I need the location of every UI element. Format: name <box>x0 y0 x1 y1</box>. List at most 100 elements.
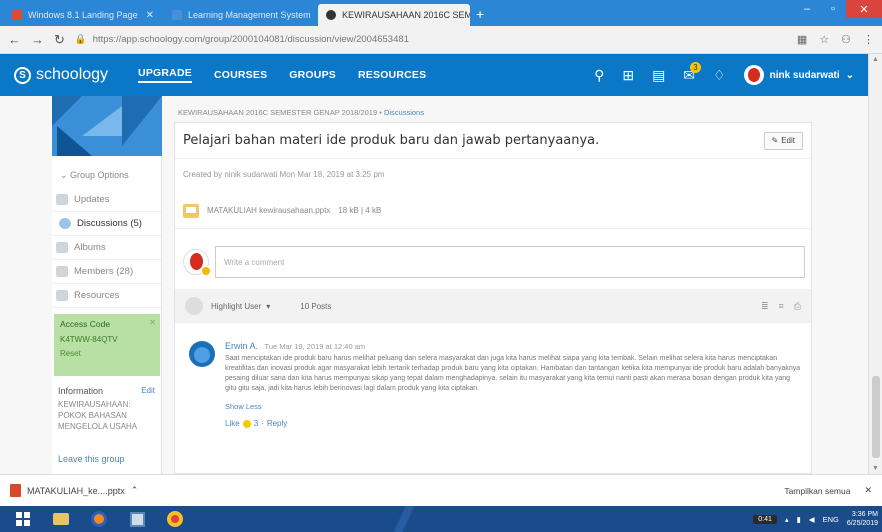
group-options-label: Group Options <box>70 170 129 180</box>
url-field[interactable]: 🔒 https://app.schoology.com/group/200010… <box>75 34 787 45</box>
sidebar-item-label: Updates <box>74 194 110 205</box>
comment-input[interactable]: Write a comment <box>215 246 805 278</box>
language-indicator[interactable]: ENG <box>823 515 839 524</box>
forward-icon[interactable]: → <box>31 32 44 47</box>
show-all-downloads-button[interactable]: Tampilkan semua <box>784 486 850 496</box>
post-author[interactable]: Erwin A. <box>225 341 258 351</box>
firefox-icon[interactable] <box>80 507 118 531</box>
avatar <box>185 297 203 315</box>
nav-upgrade[interactable]: UPGRADE <box>138 67 192 83</box>
members-icon <box>56 266 68 277</box>
scroll-thumb[interactable] <box>872 376 880 458</box>
file-explorer-icon[interactable] <box>42 507 80 531</box>
calendar-icon[interactable]: ▤ <box>652 67 665 84</box>
reply-link[interactable]: Reply <box>267 419 287 428</box>
browser-tab-windows[interactable]: Windows 8.1 Landing Page ✕ <box>4 4 162 26</box>
sidebar-item-updates[interactable]: Updates <box>52 188 161 212</box>
avatar <box>743 65 764 85</box>
compact-view-icon[interactable]: ≡ <box>779 301 784 312</box>
sidebar-item-resources[interactable]: Resources <box>52 284 161 308</box>
tray-arrow-icon[interactable]: ▴ <box>785 515 789 524</box>
new-tab-button[interactable]: + <box>476 6 484 22</box>
logo-text: schoology <box>36 66 109 83</box>
avatar <box>189 341 215 367</box>
browser-tab-active[interactable]: KEWIRAUSAHAAN 2016C SEMES ✕ <box>318 4 470 26</box>
scroll-up-icon[interactable]: ▲ <box>872 56 879 63</box>
sidebar-item-members[interactable]: Members (28) <box>52 260 161 284</box>
like-count: 3 <box>253 419 259 428</box>
schoology-logo[interactable]: S schoology <box>14 66 108 84</box>
breadcrumb-discussions[interactable]: Discussions <box>384 108 424 117</box>
download-bar: MATAKULIAH_ke....pptx ⌃ Tampilkan semua … <box>0 474 882 506</box>
leave-group-link[interactable]: Leave this group <box>58 454 125 464</box>
comment-composer: Write a comment <box>175 229 811 285</box>
extension-icon[interactable]: ▦ <box>797 33 807 46</box>
list-view-icon[interactable]: ≣ <box>761 301 769 312</box>
information-title: Information <box>58 386 104 396</box>
maximize-icon[interactable]: ▫ <box>820 0 846 18</box>
updates-icon <box>56 194 68 205</box>
scroll-down-icon[interactable]: ▼ <box>872 465 879 472</box>
close-window-icon[interactable]: ✕ <box>846 0 882 18</box>
print-icon[interactable]: ⎙ <box>794 301 801 312</box>
access-code-box: ✕ Access Code K4TWW-84QTV Reset <box>54 314 160 376</box>
discussion-card: Pelajari bahan materi ide produk baru da… <box>174 122 812 474</box>
start-button[interactable] <box>4 507 42 531</box>
close-icon[interactable]: ✕ <box>864 485 872 496</box>
avatar <box>183 249 211 276</box>
sidebar-item-albums[interactable]: Albums <box>52 236 161 260</box>
tab-title: KEWIRAUSAHAAN 2016C SEMES <box>342 10 470 20</box>
system-tray: 0:41 ▴ ▮ ◀ ENG 3:36 PM 6/25/2019 <box>753 510 878 528</box>
list-item: Erwin A. Tue Mar 19, 2019 at 12:40 am Sa… <box>175 323 811 428</box>
nav-courses[interactable]: COURSES <box>214 69 267 81</box>
download-item[interactable]: MATAKULIAH_ke....pptx ⌃ <box>10 484 138 497</box>
like-link[interactable]: Like <box>225 419 240 428</box>
bookmark-star-icon[interactable]: ☆ <box>819 33 829 46</box>
user-menu[interactable]: nink sudarwati ⌄ <box>743 65 854 85</box>
clock[interactable]: 3:36 PM 6/25/2019 <box>847 510 878 528</box>
sidebar-item-label: Resources <box>74 290 120 301</box>
apps-grid-icon[interactable]: ⊞ <box>622 67 634 84</box>
minimize-icon[interactable]: – <box>794 0 820 18</box>
attachment[interactable]: MATAKULIAH kewirausahaan.pptx 18 kB | 4 … <box>175 189 811 229</box>
network-icon[interactable]: ▮ <box>797 515 801 524</box>
browser-tab-lms[interactable]: Learning Management System ✕ <box>164 4 316 26</box>
discussion-toolbar: Highlight User ▾ 10 Posts ≣ ≡ ⎙ <box>175 289 811 323</box>
search-icon[interactable]: ⚲ <box>594 67 604 84</box>
reload-icon[interactable]: ↻ <box>54 32 65 48</box>
menu-kebab-icon[interactable]: ⋮ <box>863 33 874 46</box>
notifications-bell-icon[interactable]: ♢ <box>713 67 726 84</box>
caret-down-icon: ▾ <box>266 301 271 311</box>
close-icon[interactable]: ✕ <box>149 318 156 327</box>
page-scrollbar[interactable]: ▲ ▼ <box>868 54 882 474</box>
clock-time: 3:36 PM <box>851 511 878 518</box>
windows-logo-icon <box>16 512 30 526</box>
url-text: https://app.schoology.com/group/20001040… <box>92 34 409 45</box>
breadcrumb-group[interactable]: KEWIRAUSAHAAN 2016C SEMESTER GENAP 2018/… <box>178 108 377 117</box>
sidebar-item-discussions[interactable]: Discussions (5) <box>52 212 161 236</box>
show-less-link[interactable]: Show Less <box>225 402 803 411</box>
app-icon[interactable] <box>118 507 156 531</box>
chrome-icon[interactable] <box>156 507 194 531</box>
back-icon[interactable]: ← <box>8 32 21 47</box>
chevron-down-icon: ⌄ <box>60 170 71 180</box>
highlight-user-dropdown[interactable]: Highlight User ▾ <box>211 302 270 311</box>
volume-icon[interactable]: ◀ <box>809 515 815 524</box>
schoology-logo-icon: S <box>14 66 31 84</box>
group-options-link[interactable]: ⌄ Group Options <box>52 156 161 188</box>
reset-link[interactable]: Reset <box>60 349 154 358</box>
tab-favicon-icon <box>12 10 22 20</box>
page-title: Pelajari bahan materi ide produk baru da… <box>183 133 600 148</box>
nav-resources[interactable]: RESOURCES <box>358 69 426 81</box>
post-date: Tue Mar 19, 2019 at 12:40 am <box>264 342 366 351</box>
battery-indicator[interactable]: 0:41 <box>753 514 777 524</box>
clock-date: 6/25/2019 <box>846 520 878 527</box>
nav-groups[interactable]: GROUPS <box>289 69 336 81</box>
profile-icon[interactable]: ⚇ <box>841 33 851 46</box>
download-file-name: MATAKULIAH_ke....pptx <box>27 485 125 496</box>
information-edit-link[interactable]: Edit <box>141 386 155 396</box>
chevron-up-icon[interactable]: ⌃ <box>131 485 139 496</box>
tab-close-icon[interactable]: ✕ <box>146 10 154 21</box>
edit-button[interactable]: ✎ Edit <box>763 131 803 150</box>
messages-icon[interactable]: ✉ 3 <box>683 61 702 84</box>
